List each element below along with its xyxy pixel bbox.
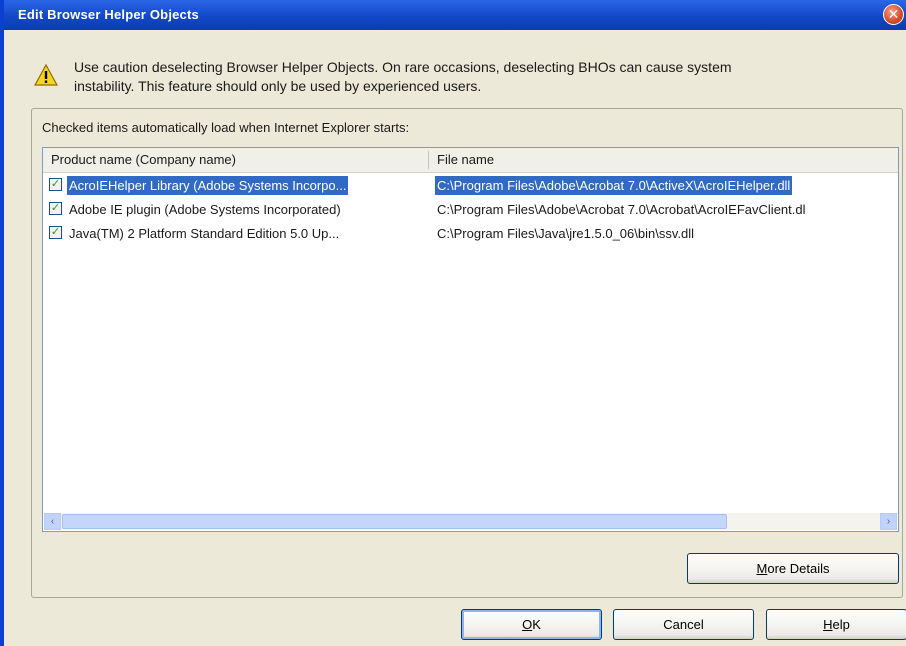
more-details-button[interactable]: More Details [687,553,899,584]
horizontal-scrollbar[interactable]: ‹ › [44,513,897,530]
row-product-name: AcroIEHelper Library (Adobe Systems Inco… [67,176,349,195]
row-product-name: Java(TM) 2 Platform Standard Edition 5.0… [69,226,340,241]
list-row[interactable]: ✓ AcroIEHelper Library (Adobe Systems In… [43,175,898,197]
chevron-right-icon: › [886,516,891,527]
scroll-left-button[interactable]: ‹ [44,513,61,530]
ok-button[interactable]: OK [461,609,602,640]
column-header-product[interactable]: Product name (Company name) [51,152,236,167]
list-row[interactable]: ✓ Adobe IE plugin (Adobe Systems Incorpo… [43,199,898,221]
group-label: Checked items automatically load when In… [42,120,410,135]
row-checkbox[interactable]: ✓ [49,202,62,215]
scroll-right-button[interactable]: › [880,513,897,530]
check-icon: ✓ [50,202,61,214]
cancel-button[interactable]: Cancel [613,609,754,640]
row-file-name: C:\Program Files\Java\jre1.5.0_06\bin\ss… [437,226,694,241]
help-button[interactable]: Help [766,609,906,640]
check-icon: ✓ [50,226,61,238]
warning-message: Use caution deselecting Browser Helper O… [74,58,874,96]
close-button[interactable]: ✕ [883,4,904,25]
row-file-name: C:\Program Files\Adobe\Acrobat 7.0\Acrob… [437,202,806,217]
row-file-name: C:\Program Files\Adobe\Acrobat 7.0\Activ… [435,176,793,195]
warning-icon [33,63,59,89]
list-row[interactable]: ✓ Java(TM) 2 Platform Standard Edition 5… [43,223,898,245]
close-icon: ✕ [887,6,900,22]
bho-listview[interactable]: Product name (Company name) File name ✓ … [42,147,899,532]
window-title: Edit Browser Helper Objects [18,7,199,22]
check-icon: ✓ [50,178,61,190]
chevron-left-icon: ‹ [50,516,55,527]
scroll-thumb[interactable] [62,514,727,529]
row-checkbox[interactable]: ✓ [49,178,62,191]
column-separator[interactable] [428,151,429,169]
edit-bho-dialog: Edit Browser Helper Objects ✕ Use cautio… [0,0,906,646]
row-checkbox[interactable]: ✓ [49,226,62,239]
row-product-name: Adobe IE plugin (Adobe Systems Incorpora… [69,202,341,217]
warning-line-1: Use caution deselecting Browser Helper O… [74,59,732,75]
title-bar[interactable]: Edit Browser Helper Objects ✕ [4,0,906,30]
column-header-file[interactable]: File name [437,152,494,167]
warning-line-2: instability. This feature should only be… [74,78,482,94]
list-header: Product name (Company name) File name [43,148,898,173]
